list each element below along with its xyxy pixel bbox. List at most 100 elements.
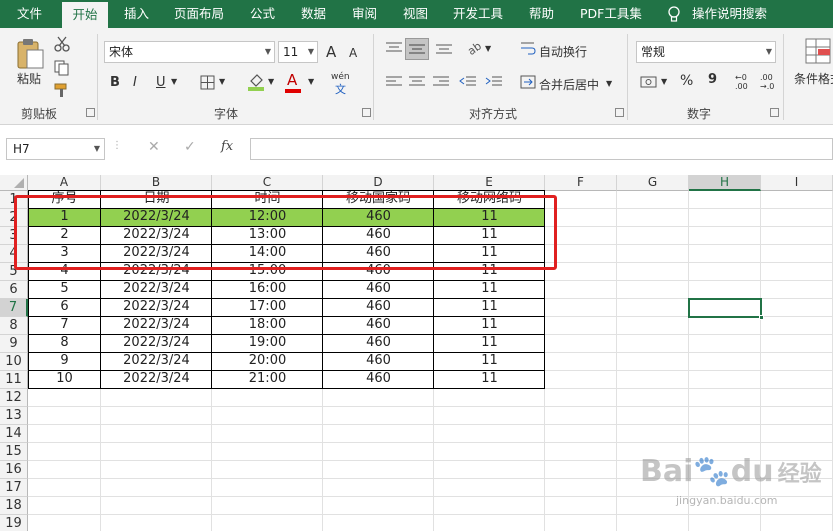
table-cell[interactable]: 11 xyxy=(434,370,545,388)
merge-center-icon[interactable] xyxy=(520,74,536,90)
align-center-icon[interactable] xyxy=(408,74,426,90)
row-header[interactable]: 6 xyxy=(0,281,28,299)
align-middle-button[interactable] xyxy=(405,38,429,60)
increase-decimal-button[interactable]: ←0.00 xyxy=(735,73,748,91)
cancel-entry-icon[interactable]: ✕ xyxy=(148,139,160,155)
wrap-text-icon[interactable] xyxy=(520,40,536,56)
table-cell[interactable]: 2022/3/24 xyxy=(101,298,212,316)
table-cell[interactable]: 460 xyxy=(323,370,434,388)
select-all-button[interactable] xyxy=(0,175,28,191)
name-box[interactable]: H7 ▼ xyxy=(6,138,105,160)
grow-font-button[interactable]: A xyxy=(326,43,336,61)
formula-input[interactable] xyxy=(250,138,833,160)
row-header[interactable]: 10 xyxy=(0,353,28,371)
column-header-selected[interactable]: H xyxy=(689,175,761,191)
shrink-font-button[interactable]: A xyxy=(349,46,357,60)
table-cell[interactable]: 11 xyxy=(434,298,545,316)
column-header[interactable]: E xyxy=(434,175,545,191)
increase-indent-icon[interactable] xyxy=(485,74,503,90)
paste-icon[interactable] xyxy=(14,38,46,70)
conditional-format-icon[interactable] xyxy=(804,37,833,67)
table-cell[interactable]: 460 xyxy=(323,316,434,334)
cut-icon[interactable] xyxy=(54,36,70,52)
tab-page-layout[interactable]: 页面布局 xyxy=(174,0,224,28)
table-cell[interactable]: 11 xyxy=(434,334,545,352)
table-cell[interactable]: 19:00 xyxy=(212,334,323,352)
percent-button[interactable]: % xyxy=(680,73,693,89)
table-cell[interactable]: 2022/3/24 xyxy=(101,334,212,352)
alignment-launcher-icon[interactable] xyxy=(615,108,624,117)
font-launcher-icon[interactable] xyxy=(362,108,371,117)
table-cell[interactable]: 11 xyxy=(434,352,545,370)
active-cell[interactable] xyxy=(688,298,762,318)
currency-dropdown-icon[interactable]: ▼ xyxy=(661,77,667,86)
merge-dropdown-icon[interactable]: ▼ xyxy=(606,79,612,88)
table-cell[interactable]: 2022/3/24 xyxy=(101,316,212,334)
align-bottom-icon[interactable] xyxy=(435,40,453,56)
font-color-button[interactable]: A xyxy=(287,71,297,89)
insert-function-button[interactable]: fx xyxy=(221,139,233,154)
align-right-icon[interactable] xyxy=(432,74,450,90)
decrease-indent-icon[interactable] xyxy=(459,74,477,90)
number-launcher-icon[interactable] xyxy=(770,108,779,117)
number-format-select[interactable]: 常规 ▼ xyxy=(636,41,776,63)
row-header[interactable]: 11 xyxy=(0,371,28,389)
tab-formulas[interactable]: 公式 xyxy=(250,0,275,28)
row-header[interactable]: 18 xyxy=(0,497,28,515)
tab-insert[interactable]: 插入 xyxy=(124,0,149,28)
wrap-text-button[interactable]: 自动换行 xyxy=(539,43,587,60)
font-color-dropdown-icon[interactable]: ▼ xyxy=(308,77,314,86)
borders-dropdown-icon[interactable]: ▼ xyxy=(219,77,225,86)
tab-developer[interactable]: 开发工具 xyxy=(453,0,503,28)
row-header[interactable]: 13 xyxy=(0,407,28,425)
fill-color-icon[interactable] xyxy=(247,72,265,92)
clipboard-launcher-icon[interactable] xyxy=(86,108,95,117)
table-cell[interactable]: 11 xyxy=(434,316,545,334)
table-cell[interactable]: 5 xyxy=(28,280,101,298)
underline-button[interactable]: U xyxy=(156,75,166,90)
column-header[interactable]: I xyxy=(761,175,833,191)
copy-icon[interactable] xyxy=(54,60,70,76)
align-top-icon[interactable] xyxy=(385,40,403,56)
column-header[interactable]: F xyxy=(545,175,617,191)
comma-style-button[interactable]: 9 xyxy=(708,72,717,87)
underline-dropdown-icon[interactable]: ▼ xyxy=(171,77,177,86)
italic-button[interactable]: I xyxy=(133,75,137,90)
table-cell[interactable]: 460 xyxy=(323,334,434,352)
orientation-icon[interactable]: ab xyxy=(465,40,483,56)
table-cell[interactable]: 21:00 xyxy=(212,370,323,388)
table-cell[interactable]: 9 xyxy=(28,352,101,370)
row-header[interactable]: 17 xyxy=(0,479,28,497)
borders-icon[interactable] xyxy=(200,75,216,91)
row-header[interactable]: 14 xyxy=(0,425,28,443)
table-cell[interactable]: 2022/3/24 xyxy=(101,280,212,298)
row-header[interactable]: 9 xyxy=(0,335,28,353)
tab-file[interactable]: 文件 xyxy=(17,0,42,28)
table-cell[interactable]: 7 xyxy=(28,316,101,334)
table-cell[interactable]: 6 xyxy=(28,298,101,316)
decrease-decimal-button[interactable]: .00 →.0 xyxy=(760,73,774,91)
row-header[interactable]: 16 xyxy=(0,461,28,479)
tab-data[interactable]: 数据 xyxy=(301,0,326,28)
table-cell[interactable]: 2022/3/24 xyxy=(101,370,212,388)
bold-button[interactable]: B xyxy=(110,75,120,90)
table-cell[interactable]: 20:00 xyxy=(212,352,323,370)
table-cell[interactable]: 16:00 xyxy=(212,280,323,298)
row-header[interactable]: 19 xyxy=(0,515,28,531)
row-header[interactable]: 7 xyxy=(0,299,28,317)
table-cell[interactable]: 460 xyxy=(323,352,434,370)
tab-view[interactable]: 视图 xyxy=(403,0,428,28)
align-left-icon[interactable] xyxy=(385,74,403,90)
table-cell[interactable]: 18:00 xyxy=(212,316,323,334)
column-header[interactable]: B xyxy=(101,175,212,191)
format-painter-icon[interactable] xyxy=(54,82,70,98)
column-header[interactable]: G xyxy=(617,175,689,191)
tab-help[interactable]: 帮助 xyxy=(529,0,554,28)
table-cell[interactable]: 2022/3/24 xyxy=(101,352,212,370)
tab-home[interactable]: 开始 xyxy=(62,0,108,28)
column-header[interactable]: A xyxy=(28,175,101,191)
tab-pdf-tools[interactable]: PDF工具集 xyxy=(580,0,642,28)
table-cell[interactable]: 460 xyxy=(323,280,434,298)
font-name-select[interactable]: 宋体 ▼ xyxy=(104,41,275,63)
table-cell[interactable]: 10 xyxy=(28,370,101,388)
